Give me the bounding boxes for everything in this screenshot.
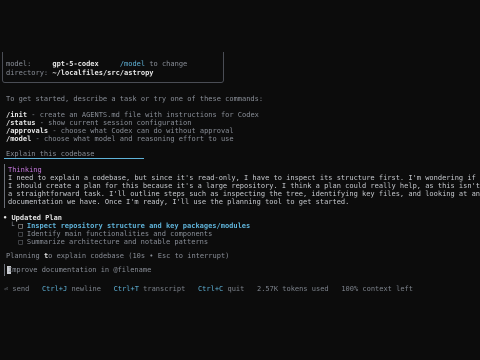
command-name: /status <box>6 119 36 127</box>
command-desc: - create an AGENTS.md file with instruct… <box>27 111 259 119</box>
command-model[interactable]: /model - choose what model and reasoning… <box>6 135 234 144</box>
command-name: /init <box>6 111 28 119</box>
tokens-used: 2.57K tokens used <box>257 285 329 293</box>
intro-text: To get started, describe a task or try o… <box>6 95 264 103</box>
terminal-window: model: gpt-5-codex /model to change dire… <box>0 0 480 360</box>
quit-hint: quit <box>227 285 245 293</box>
status-line: Planning to explain codebase (10s • Esc … <box>6 252 229 261</box>
plan-item-text: Identify main functionalities and compon… <box>26 230 213 238</box>
directory-value: ~/localfiles/src/astropy <box>52 69 154 77</box>
checkbox-icon: □ <box>18 238 23 246</box>
directory-row: directory: ~/localfiles/src/astropy <box>6 69 154 78</box>
command-desc: - choose what model and reasoning effort… <box>31 135 234 143</box>
newline-hint: newline <box>71 285 101 293</box>
model-label: model: <box>6 60 32 68</box>
status-post: o explain codebase (10s • Esc to interru… <box>48 252 230 260</box>
status-pre: Planning <box>6 252 44 260</box>
command-desc: - show current session configuration <box>35 119 192 127</box>
transcript-key: Ctrl+T <box>113 285 139 293</box>
quit-key: Ctrl+C <box>197 285 224 293</box>
plan-title: Updated Plan <box>11 214 63 222</box>
send-hint: ⏎ send <box>4 285 30 293</box>
plan-item-text: Inspect repository structure and key pac… <box>26 222 251 230</box>
command-name: /model <box>6 135 32 143</box>
footer-bar: ⏎ send Ctrl+J newline Ctrl+T transcript … <box>4 285 413 294</box>
checkbox-icon: □ <box>18 230 23 238</box>
user-prompt-underline <box>4 158 144 159</box>
checkbox-icon: □ <box>18 222 23 230</box>
model-hint-command[interactable]: /model <box>120 60 145 68</box>
composer-input[interactable]: Improve documentation in @filename <box>8 266 151 275</box>
command-name: /approvals <box>6 127 49 135</box>
model-hint-text: to change <box>149 60 188 68</box>
composer-rule <box>4 264 5 276</box>
model-row: model: gpt-5-codex /model to change <box>6 60 187 69</box>
model-value: gpt-5-codex <box>52 60 99 68</box>
plan-item: □ Summarize architecture and notable pat… <box>10 238 208 247</box>
transcript-hint: transcript <box>143 285 186 293</box>
thinking-rule <box>4 164 5 208</box>
directory-label: directory: <box>6 69 49 77</box>
command-desc: - choose what Codex can do without appro… <box>48 127 234 135</box>
plan-item-text: Summarize architecture and notable patte… <box>26 238 209 246</box>
bullet-icon: • <box>3 214 8 222</box>
thinking-line: documentation we have. Once I'm ready, I… <box>8 198 350 206</box>
newline-key: Ctrl+J <box>41 285 68 293</box>
context-left: 100% context left <box>341 285 413 293</box>
